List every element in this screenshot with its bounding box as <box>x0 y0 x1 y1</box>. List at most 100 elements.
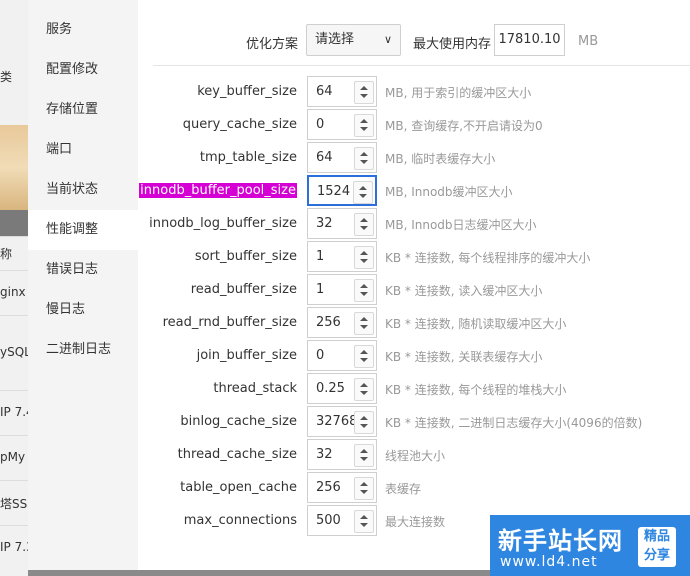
param-description: 最大连接数 <box>385 515 446 529</box>
chevron-down-icon[interactable] <box>360 490 368 494</box>
param-number-input[interactable]: 0 <box>307 340 377 371</box>
spinner-arrows-icon[interactable] <box>353 181 373 204</box>
chevron-down-icon[interactable] <box>360 523 368 527</box>
background-list-item: IP 7.4 <box>0 405 28 419</box>
background-list-item: pMy <box>0 450 26 464</box>
param-label: thread_stack <box>213 381 297 396</box>
spinner-arrows-icon[interactable] <box>354 246 374 269</box>
param-label: key_buffer_size <box>197 84 297 99</box>
spinner-arrows-icon[interactable] <box>354 213 374 236</box>
chevron-down-icon[interactable] <box>360 424 368 428</box>
chevron-up-icon[interactable] <box>360 383 368 387</box>
chevron-down-icon[interactable] <box>360 457 368 461</box>
param-row-tmp_table_size: tmp_table_size 64 MB, 临时表缓存大小 <box>138 142 690 175</box>
chevron-up-icon[interactable] <box>360 449 368 453</box>
param-description: MB, 用于索引的缓冲区大小 <box>385 86 532 100</box>
sidebar-item-3[interactable]: 端口 <box>28 130 138 170</box>
chevron-up-icon[interactable] <box>360 284 368 288</box>
max-memory-input[interactable]: 17810.10 <box>494 24 565 56</box>
param-row-binlog_cache_size: binlog_cache_size 32768 KB * 连接数, 二进制日志缓存大… <box>138 406 690 439</box>
chevron-up-icon[interactable] <box>360 416 368 420</box>
param-number-input[interactable]: 32 <box>307 208 377 239</box>
background-list-item: ySQL <box>0 345 28 359</box>
param-number-input[interactable]: 500 <box>307 505 377 536</box>
chevron-down-icon[interactable] <box>360 391 368 395</box>
param-description: KB * 连接数, 二进制日志缓存大小(4096的倍数) <box>385 416 643 430</box>
param-number-input[interactable]: 1 <box>307 274 377 305</box>
background-list-item: IP 7.3 <box>0 540 28 554</box>
spinner-arrows-icon[interactable] <box>354 312 374 335</box>
chevron-up-icon[interactable] <box>360 317 368 321</box>
sidebar-item-6[interactable]: 错误日志 <box>28 250 138 290</box>
param-value: 0.25 <box>316 381 345 396</box>
param-description: KB * 连接数, 关联表缓存大小 <box>385 350 543 364</box>
spinner-arrows-icon[interactable] <box>354 378 374 401</box>
param-description: 表缓存 <box>385 482 422 496</box>
chevron-up-icon[interactable] <box>360 218 368 222</box>
chevron-up-icon[interactable] <box>360 152 368 156</box>
chevron-down-icon[interactable] <box>360 160 368 164</box>
spinner-arrows-icon[interactable] <box>354 477 374 500</box>
sidebar-item-4[interactable]: 当前状态 <box>28 170 138 210</box>
param-description: KB * 连接数, 每个线程排序的缓冲大小 <box>385 251 591 265</box>
sidebar-item-7[interactable]: 慢日志 <box>28 290 138 330</box>
spinner-arrows-icon[interactable] <box>354 114 374 137</box>
chevron-down-icon[interactable] <box>360 226 368 230</box>
sidebar-item-1[interactable]: 配置修改 <box>28 50 138 90</box>
param-number-input[interactable]: 0.25 <box>307 373 377 404</box>
param-number-input[interactable]: 1524 <box>307 175 377 206</box>
param-number-input[interactable]: 32 <box>307 439 377 470</box>
param-description: MB, Innodb缓冲区大小 <box>385 185 513 199</box>
chevron-down-icon[interactable] <box>360 358 368 362</box>
sidebar-item-0[interactable]: 服务 <box>28 10 138 50</box>
sidebar-item-5[interactable]: 性能调整 <box>28 210 138 250</box>
watermark-title: 新手站长网 <box>498 527 623 555</box>
chevron-down-icon[interactable] <box>360 127 368 131</box>
param-value: 32 <box>316 447 333 462</box>
param-row-thread_cache_size: thread_cache_size 32 线程池大小 <box>138 439 690 472</box>
param-number-input[interactable]: 256 <box>307 472 377 503</box>
chevron-up-icon[interactable] <box>359 186 367 190</box>
param-number-input[interactable]: 64 <box>307 142 377 173</box>
background-divider <box>0 315 28 316</box>
chevron-down-icon[interactable] <box>360 292 368 296</box>
chevron-up-icon[interactable] <box>360 86 368 90</box>
divider <box>153 65 690 66</box>
spinner-arrows-icon[interactable] <box>354 345 374 368</box>
chevron-up-icon[interactable] <box>360 251 368 255</box>
background-divider <box>0 525 28 526</box>
spinner-arrows-icon[interactable] <box>354 444 374 467</box>
param-value: 1 <box>316 282 325 297</box>
param-number-input[interactable]: 64 <box>307 76 377 107</box>
performance-tuning-panel: 优化方案 请选择 ∨ 最大使用内存 17810.10 MB key_buffer… <box>138 0 690 570</box>
chevron-down-icon[interactable] <box>360 325 368 329</box>
param-label: read_rnd_buffer_size <box>162 315 297 330</box>
spinner-arrows-icon[interactable] <box>354 81 374 104</box>
chevron-down-icon[interactable] <box>360 94 368 98</box>
param-description: MB, 查询缓存,不开启请设为0 <box>385 119 543 133</box>
chevron-up-icon[interactable] <box>360 515 368 519</box>
chevron-up-icon[interactable] <box>360 482 368 486</box>
chevron-down-icon[interactable] <box>360 259 368 263</box>
spinner-arrows-icon[interactable] <box>354 510 374 533</box>
background-divider <box>0 236 28 237</box>
sidebar-item-8[interactable]: 二进制日志 <box>28 330 138 370</box>
chevron-up-icon[interactable] <box>360 119 368 123</box>
sidebar-item-2[interactable]: 存储位置 <box>28 90 138 130</box>
param-number-input[interactable]: 256 <box>307 307 377 338</box>
param-description: 线程池大小 <box>385 449 446 463</box>
background-thumbnail <box>0 125 28 210</box>
param-description: KB * 连接数, 随机读取缓冲区大小 <box>385 317 567 331</box>
chevron-up-icon[interactable] <box>360 350 368 354</box>
param-number-input[interactable]: 1 <box>307 241 377 272</box>
param-value: 256 <box>316 315 341 330</box>
plan-select[interactable]: 请选择 ∨ <box>306 24 401 56</box>
param-label: binlog_cache_size <box>180 414 297 429</box>
param-number-input[interactable]: 0 <box>307 109 377 140</box>
param-label: join_buffer_size <box>196 348 297 363</box>
spinner-arrows-icon[interactable] <box>354 147 374 170</box>
param-number-input[interactable]: 32768 <box>307 406 377 437</box>
chevron-down-icon[interactable] <box>359 194 367 198</box>
spinner-arrows-icon[interactable] <box>354 411 374 434</box>
spinner-arrows-icon[interactable] <box>354 279 374 302</box>
